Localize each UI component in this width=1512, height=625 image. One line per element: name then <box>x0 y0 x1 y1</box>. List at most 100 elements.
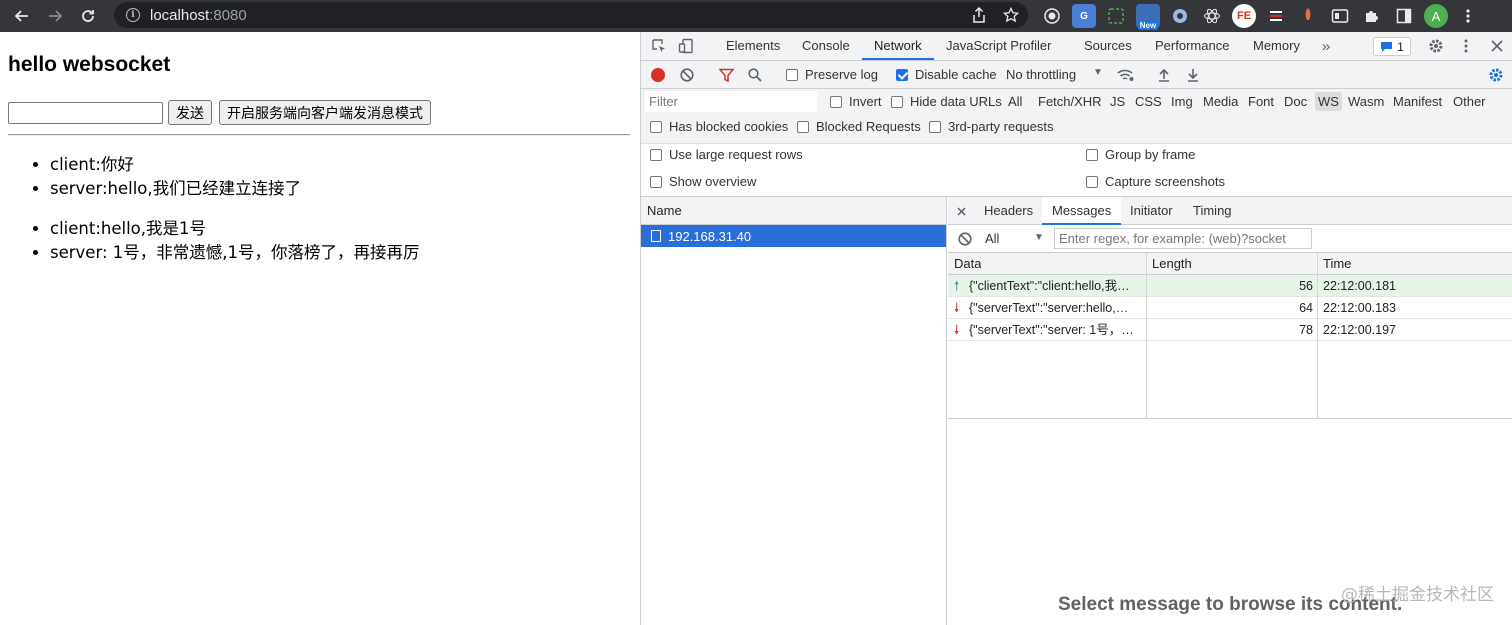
record-icon[interactable] <box>651 68 665 82</box>
filter-type-ws[interactable]: WS <box>1315 92 1342 111</box>
regex-filter-input[interactable]: Enter regex, for example: (web)?socket <box>1054 228 1312 249</box>
filter-type-font[interactable]: Font <box>1248 94 1274 109</box>
green-extension-icon[interactable] <box>1104 4 1128 28</box>
filter-input[interactable]: Filter <box>645 91 817 112</box>
settings-gear-icon[interactable] <box>1427 37 1445 55</box>
puzzle-icon[interactable] <box>1360 4 1384 28</box>
translate-extension-icon[interactable]: G <box>1072 4 1096 28</box>
record-extension-icon[interactable] <box>1040 4 1064 28</box>
bookmark-star-icon[interactable] <box>1002 6 1020 24</box>
issues-count: 1 <box>1397 39 1404 54</box>
side-panel-icon[interactable] <box>1392 4 1416 28</box>
tab-elements[interactable]: Elements <box>726 32 780 60</box>
forward-arrow-icon[interactable] <box>44 5 66 27</box>
messages-filter-select[interactable]: All <box>985 231 999 246</box>
search-icon[interactable] <box>746 66 764 84</box>
show-overview-checkbox[interactable] <box>650 176 662 188</box>
data-column-header[interactable]: Data <box>954 253 981 275</box>
messages-grid: Data Length Time 🠕 {"clientText":"client… <box>948 253 1512 419</box>
column-divider[interactable] <box>1317 253 1318 419</box>
tab-performance[interactable]: Performance <box>1155 32 1229 60</box>
devtools-menu-icon[interactable] <box>1457 37 1475 55</box>
invert-checkbox[interactable] <box>830 96 842 108</box>
fe-extension-icon[interactable]: FE <box>1232 4 1256 28</box>
preserve-log-checkbox[interactable] <box>786 69 798 81</box>
clear-icon[interactable] <box>678 66 696 84</box>
tab-memory[interactable]: Memory <box>1253 32 1300 60</box>
time-column-header[interactable]: Time <box>1323 253 1351 275</box>
chevron-down-icon[interactable]: ▼ <box>1034 232 1044 243</box>
profile-avatar[interactable]: A <box>1424 4 1448 28</box>
export-har-icon[interactable] <box>1184 66 1202 84</box>
send-button[interactable]: 发送 <box>168 100 212 125</box>
filter-type-fetch-xhr[interactable]: Fetch/XHR <box>1038 94 1102 109</box>
list-extension-icon[interactable] <box>1264 4 1288 28</box>
message-input[interactable] <box>8 102 163 124</box>
third-party-checkbox[interactable] <box>929 121 941 133</box>
close-devtools-icon[interactable] <box>1488 37 1506 55</box>
filter-type-img[interactable]: Img <box>1171 94 1193 109</box>
network-conditions-icon[interactable] <box>1117 66 1135 84</box>
more-menu-icon[interactable] <box>1456 4 1480 28</box>
tab-sources[interactable]: Sources <box>1084 32 1132 60</box>
filter-type-media[interactable]: Media <box>1203 94 1238 109</box>
capture-screenshots-checkbox[interactable] <box>1086 176 1098 188</box>
request-list: Name 192.168.31.40 <box>641 197 947 625</box>
hide-data-urls-checkbox[interactable] <box>891 96 903 108</box>
issues-button[interactable]: 1 <box>1373 37 1411 56</box>
tab-console[interactable]: Console <box>802 32 850 60</box>
filter-type-js[interactable]: JS <box>1110 94 1125 109</box>
filter-type-other[interactable]: Other <box>1453 94 1486 109</box>
network-settings-gear-icon[interactable] <box>1487 66 1505 84</box>
share-icon[interactable] <box>970 6 988 24</box>
close-detail-icon[interactable] <box>952 202 970 220</box>
back-arrow-icon[interactable] <box>11 5 33 27</box>
info-icon[interactable]: i <box>126 8 140 22</box>
tab-network[interactable]: Network <box>862 32 934 60</box>
device-toolbar-icon[interactable] <box>677 37 695 55</box>
rocket-extension-icon[interactable] <box>1296 4 1320 28</box>
table-row[interactable]: 🠕 {"clientText":"client:hello,我… 56 22:1… <box>948 275 1512 297</box>
table-row[interactable]: 🠗 {"serverText":"server: 1号，… 78 22:12:0… <box>948 319 1512 341</box>
throttling-select[interactable]: No throttling <box>1006 67 1076 82</box>
filter-type-manifest[interactable]: Manifest <box>1393 94 1442 109</box>
blocked-requests-checkbox[interactable] <box>797 121 809 133</box>
tab-javascript-profiler[interactable]: JavaScript Profiler <box>946 32 1051 60</box>
react-extension-icon[interactable] <box>1200 4 1224 28</box>
large-rows-checkbox[interactable] <box>650 149 662 161</box>
name-column-header[interactable]: Name <box>641 197 946 225</box>
id-card-extension-icon[interactable] <box>1328 4 1352 28</box>
table-row[interactable]: 🠗 {"serverText":"server:hello,… 64 22:12… <box>948 297 1512 319</box>
tab-timing[interactable]: Timing <box>1193 197 1232 225</box>
filter-type-css[interactable]: CSS <box>1135 94 1162 109</box>
sent-arrow-icon: 🠕 <box>954 279 960 293</box>
length-column-header[interactable]: Length <box>1152 253 1192 275</box>
browser-toolbar: i localhost:8080 G New FE A <box>0 0 1512 32</box>
filter-type-wasm[interactable]: Wasm <box>1348 94 1384 109</box>
message-list: client:hello,我是1号 server: 1号，非常遗憾,1号，你落榜… <box>50 217 420 265</box>
column-divider[interactable] <box>1146 253 1147 419</box>
filter-type-all[interactable]: All <box>1008 94 1022 109</box>
disable-cache-checkbox[interactable] <box>896 69 908 81</box>
url-host: localhost <box>150 6 210 24</box>
tab-headers[interactable]: Headers <box>984 197 1033 225</box>
tab-initiator[interactable]: Initiator <box>1130 197 1173 225</box>
more-tabs-icon[interactable]: » <box>1317 37 1335 55</box>
server-push-mode-button[interactable]: 开启服务端向客户端发消息模式 <box>219 100 431 125</box>
circle-extension-icon[interactable] <box>1168 4 1192 28</box>
show-overview-label: Show overview <box>669 174 757 189</box>
filter-type-doc[interactable]: Doc <box>1284 94 1307 109</box>
import-har-icon[interactable] <box>1155 66 1173 84</box>
grid-header: Data Length Time <box>948 253 1512 275</box>
group-by-frame-checkbox[interactable] <box>1086 149 1098 161</box>
chevron-down-icon[interactable]: ▼ <box>1093 67 1103 78</box>
new-extension-icon[interactable]: New <box>1136 4 1160 30</box>
tab-messages[interactable]: Messages <box>1042 197 1122 225</box>
clear-messages-icon[interactable] <box>956 230 974 248</box>
inspect-element-icon[interactable] <box>650 37 668 55</box>
blocked-cookies-checkbox[interactable] <box>650 121 662 133</box>
address-bar[interactable]: i localhost:8080 <box>114 2 1028 28</box>
filter-funnel-icon[interactable] <box>717 66 735 84</box>
reload-icon[interactable] <box>77 5 99 27</box>
request-row[interactable]: 192.168.31.40 <box>641 225 946 247</box>
